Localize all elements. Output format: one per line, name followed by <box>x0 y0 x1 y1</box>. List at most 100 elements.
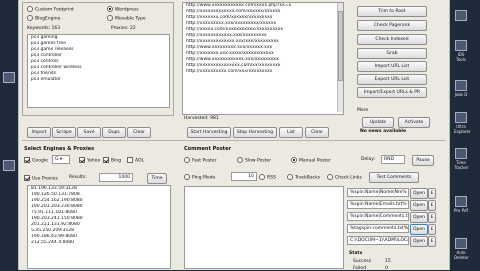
engine-label: AOL <box>135 158 145 164</box>
stats-label: Stats <box>349 251 363 256</box>
desktop-icon-label: Pro Pdf <box>454 208 468 213</box>
checkbox-icon <box>79 157 85 163</box>
desktop-icon-label: Jobs D <box>454 92 468 97</box>
option-label: RSS <box>267 175 276 181</box>
comments-file-field[interactable]: %tagspin:comments.txt% <box>347 224 409 233</box>
scrollbar-thumb[interactable] <box>338 11 343 81</box>
results-input[interactable]: 1000 <box>99 173 133 182</box>
grab-button[interactable]: Grab <box>357 48 427 59</box>
desktop-icon[interactable]: Jobs D <box>454 80 468 97</box>
footprint-blogengine-option[interactable]: BlogEngine <box>27 15 60 22</box>
emails-file-field[interactable]: %spin:Name|Emails.txt% <box>347 200 409 209</box>
websites-file-field[interactable]: %spin:Name|Comments.txt% <box>347 212 409 221</box>
footprint-movable-option[interactable]: Movable Type <box>107 15 146 22</box>
radio-icon <box>287 174 293 180</box>
edit-websites-button[interactable]: E <box>428 212 436 223</box>
edit-emails-button[interactable]: E <box>428 200 436 211</box>
clear-keywords-button[interactable]: Clear <box>127 127 151 138</box>
manual-poster-option[interactable]: Manual Poster <box>291 157 331 164</box>
keyword-item[interactable]: ps3 emulator <box>28 77 169 83</box>
failed-count: 0 <box>385 266 388 271</box>
section-divider <box>22 140 446 141</box>
save-keywords-button[interactable]: Save <box>77 127 101 138</box>
export-url-list-button[interactable]: Export URL List <box>357 74 427 85</box>
test-comments-button[interactable]: Test Comments <box>369 172 419 183</box>
fast-poster-option[interactable]: Fast Poster <box>184 157 217 164</box>
update-button[interactable]: Update <box>362 117 394 128</box>
desktop-icon[interactable] <box>2 72 16 84</box>
desktop-icon[interactable] <box>2 160 16 172</box>
desktop-icon[interactable]: Ultra Explorer <box>454 112 471 134</box>
success-label: Success <box>353 259 372 264</box>
radio-icon <box>27 15 33 21</box>
edit-comments-button[interactable]: E <box>428 224 436 235</box>
desktop-icon[interactable]: Pro Pdf <box>454 196 468 213</box>
harvested-urls-list[interactable]: http://www.xxxxxxxxxxxx.com/xxxx.php?xx=… <box>182 2 344 115</box>
desktop-icon[interactable]: Auto Deleter <box>454 238 469 260</box>
urls-scrollbar[interactable] <box>337 3 343 112</box>
google-engine-option[interactable]: Google <box>24 157 48 164</box>
keywords-list[interactable]: ps3 gaming ps3 games free ps3 game relea… <box>27 34 170 108</box>
check-links-option[interactable]: Check Links <box>327 174 362 181</box>
option-label: Wordpress <box>115 7 139 13</box>
keywords-panel: Custom Footprint Wordpress BlogEngine Mo… <box>22 2 174 116</box>
open-blogs-button[interactable]: Open <box>410 236 428 247</box>
pause-button[interactable]: Pause <box>412 155 434 166</box>
delay-label: Delay: <box>361 157 376 162</box>
url-item[interactable]: http://xxxxxxxxxx.com/xxx/xxxxxxxxx <box>183 69 343 75</box>
engine-label: Yahoo <box>87 158 101 164</box>
list-button[interactable]: List <box>279 127 303 138</box>
rss-option[interactable]: RSS <box>259 174 276 181</box>
check-pagerank-button[interactable]: Check Pagerank <box>357 20 427 31</box>
import-keywords-button[interactable]: Import <box>27 127 51 138</box>
footprint-custom-option[interactable]: Custom Footprint <box>27 6 74 13</box>
engine-label: Bing <box>111 158 122 164</box>
checkbox-icon <box>127 157 133 163</box>
names-file-field[interactable]: %spin:Name|Nome|Nm% <box>347 188 409 197</box>
import-url-list-button[interactable]: Import URL List <box>357 61 427 72</box>
app-icon <box>455 10 467 21</box>
open-websites-button[interactable]: Open <box>410 212 428 223</box>
edit-names-button[interactable]: E <box>428 188 436 199</box>
ping-value-input[interactable]: 10 <box>231 172 257 181</box>
activate-button[interactable]: Activate <box>398 117 430 128</box>
option-label: Manual Poster <box>299 158 331 164</box>
scrape-keywords-button[interactable]: Scrape <box>52 127 76 138</box>
use-proxies-option[interactable]: Use Proxies <box>24 175 58 182</box>
radio-icon <box>327 174 333 180</box>
edit-blogs-button[interactable]: E <box>428 236 436 247</box>
failed-label: Failed <box>353 266 367 271</box>
delay-select[interactable]: RND <box>381 155 405 164</box>
trackbacks-option[interactable]: TrackBacks <box>287 174 320 181</box>
start-harvesting-button[interactable]: Start Harvesting <box>187 127 231 138</box>
ping-mode-option[interactable]: Ping Mode <box>184 174 215 181</box>
radio-icon <box>291 157 297 163</box>
desktop-icon[interactable]: Time Tracker <box>454 148 468 170</box>
bing-engine-option[interactable]: Bing <box>103 157 121 164</box>
trim-to-root-button[interactable]: Trim to Root <box>357 6 427 17</box>
blogs-file-field[interactable]: C:\\DOCUM~1\\ADM\\LOCAL~1\\... <box>347 236 409 245</box>
proxies-list[interactable]: 81.196.133.59:3128 190.126.50.131:7808 1… <box>27 185 171 269</box>
desktop-icon[interactable] <box>454 10 468 22</box>
desktop-icon[interactable]: IDS Tools <box>454 40 468 62</box>
comment-log-area[interactable] <box>184 186 344 269</box>
dups-keywords-button[interactable]: Dups <box>102 127 126 138</box>
open-emails-button[interactable]: Open <box>410 200 428 211</box>
aol-engine-option[interactable]: AOL <box>127 157 144 164</box>
time-button[interactable]: Time <box>147 173 167 184</box>
option-label: Use Proxies <box>32 176 58 182</box>
stop-harvesting-button[interactable]: Stop Harvesting <box>233 127 277 138</box>
open-names-button[interactable]: Open <box>410 188 428 199</box>
yahoo-engine-option[interactable]: Yahoo <box>79 157 100 164</box>
import-export-pr-button[interactable]: Import/Export URLs & PR <box>357 87 427 98</box>
clear-urls-button[interactable]: Clear <box>305 127 329 138</box>
option-label: TrackBacks <box>295 175 321 181</box>
google-domain-select[interactable]: G ▾ <box>52 155 70 164</box>
engines-proxies-header: Select Engines & Proxies <box>24 146 95 152</box>
footprint-wordpress-option[interactable]: Wordpress <box>107 6 139 13</box>
proxy-item[interactable]: 212.55.244.4:8080 <box>28 240 170 246</box>
check-indexed-button[interactable]: Check Indexed <box>357 34 427 45</box>
success-count: 15 <box>385 259 391 264</box>
slow-poster-option[interactable]: Slow Poster <box>237 157 271 164</box>
open-comments-button[interactable]: Open <box>410 224 428 235</box>
